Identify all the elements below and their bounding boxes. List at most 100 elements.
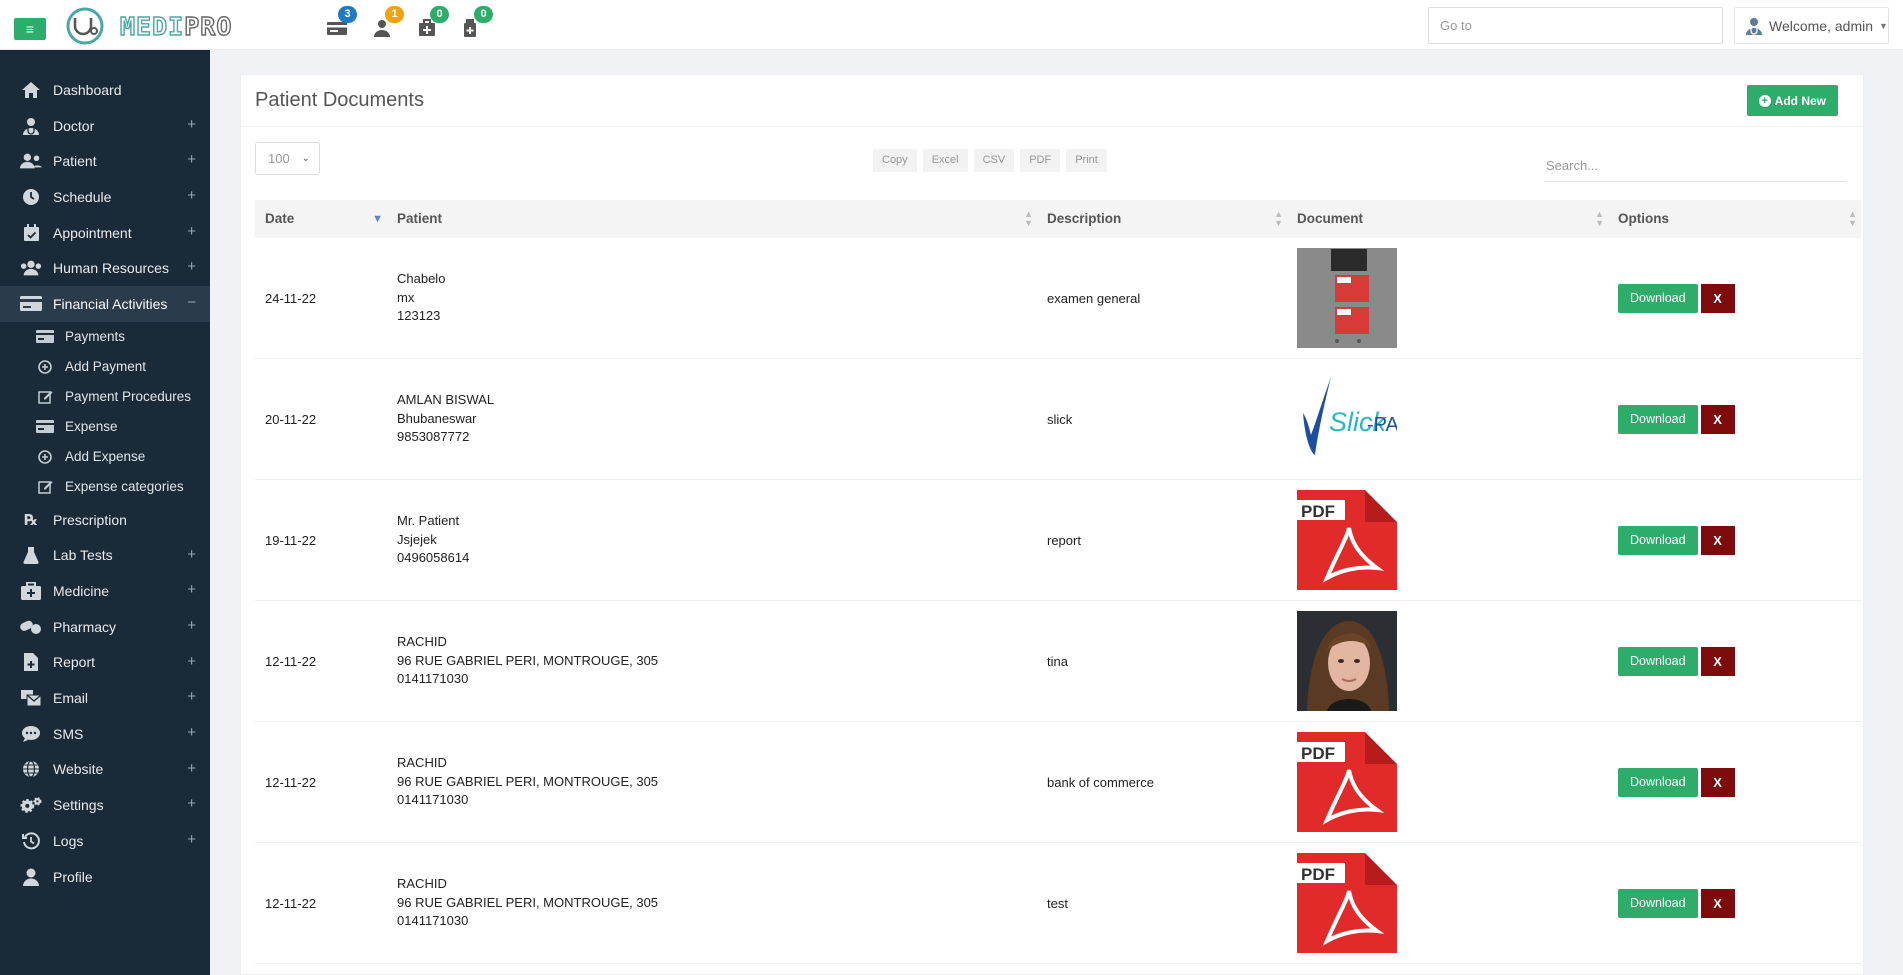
column-header-patient[interactable]: Patient ▲ ▼	[387, 200, 1037, 238]
sidebar-item-settings[interactable]: Settings +	[0, 787, 210, 823]
copy-button[interactable]: Copy	[873, 149, 917, 172]
column-header-document[interactable]: Document ▲ ▼	[1287, 200, 1608, 238]
patient-phone: 123123	[397, 308, 441, 324]
patient-address: mx	[397, 289, 415, 305]
patient-notification[interactable]: 1	[371, 6, 404, 42]
expand-icon[interactable]: +	[187, 223, 196, 240]
pdf-document-thumbnail[interactable]: PDF	[1297, 853, 1397, 953]
sidebar-item-website[interactable]: Website +	[0, 752, 210, 788]
column-header-options[interactable]: Options ▲ ▼	[1608, 200, 1861, 238]
sidebar-item-report[interactable]: Report +	[0, 645, 210, 681]
expand-icon[interactable]: +	[187, 688, 196, 705]
sidebar-subitem-label: Expense categories	[65, 479, 184, 495]
sidebar-item-prescription[interactable]: ℞ Prescription	[0, 502, 210, 538]
sidebar-subitem-add-payment[interactable]: Add Payment	[0, 352, 210, 382]
photo-thumbnail[interactable]	[1297, 611, 1397, 711]
goto-search-input[interactable]	[1428, 7, 1723, 44]
sidebar-item-patient[interactable]: Patient +	[0, 143, 210, 179]
delete-button[interactable]: X	[1700, 888, 1735, 918]
patient-address: Bhubaneswar	[397, 410, 477, 426]
sidebar-subitem-expense-categories[interactable]: Expense categories	[0, 472, 210, 502]
sidebar-item-profile[interactable]: Profile	[0, 859, 210, 895]
expand-icon[interactable]: +	[187, 581, 196, 598]
sidebar-item-label: Schedule	[53, 188, 112, 205]
sidebar-item-medicine[interactable]: Medicine +	[0, 573, 210, 609]
sidebar-item-appointment[interactable]: Appointment +	[0, 215, 210, 251]
add-new-button[interactable]: + Add New	[1746, 85, 1838, 116]
welcome-text: Welcome, admin	[1769, 17, 1874, 34]
cell-description: bank of commerce	[1047, 774, 1154, 790]
print-button[interactable]: Print	[1066, 149, 1107, 172]
expand-icon[interactable]: +	[187, 258, 196, 275]
expand-icon[interactable]: +	[187, 831, 196, 848]
menu-toggle-button[interactable]: ≡	[14, 18, 46, 40]
expand-icon[interactable]: +	[187, 187, 196, 204]
expand-icon[interactable]: +	[187, 151, 196, 168]
download-button[interactable]: Download	[1618, 404, 1698, 434]
sidebar-subitem-payment-procedures[interactable]: Payment Procedures	[0, 382, 210, 412]
sidebar-item-dashboard[interactable]: Dashboard	[0, 72, 210, 108]
csv-button[interactable]: CSV	[973, 149, 1015, 172]
column-label: Description	[1047, 211, 1122, 226]
delete-button[interactable]: X	[1700, 283, 1735, 313]
expand-icon[interactable]: +	[187, 116, 196, 133]
cell-options: Download X	[1608, 404, 1861, 434]
cell-options: Download X	[1608, 888, 1861, 918]
sidebar-subitem-label: Payment Procedures	[65, 389, 192, 405]
cell-options: Download X	[1608, 646, 1861, 676]
expand-icon[interactable]: +	[187, 653, 196, 670]
cell-patient: Chabelo mx 123123	[387, 270, 1037, 326]
sidebar-item-financial-activities[interactable]: Financial Activities −	[0, 286, 210, 322]
delete-button[interactable]: X	[1700, 767, 1735, 797]
download-button[interactable]: Download	[1618, 525, 1698, 555]
payments-notification[interactable]: 3	[324, 6, 357, 42]
delete-button[interactable]: X	[1700, 646, 1735, 676]
sidebar-subitem-label: Expense	[65, 419, 118, 435]
sidebar-item-logs[interactable]: Logs +	[0, 823, 210, 859]
user-menu[interactable]: Welcome, admin ▼	[1734, 7, 1889, 44]
table-search-input[interactable]	[1544, 150, 1846, 182]
patient-name: Mr. Patient	[397, 513, 460, 529]
logo[interactable]: MEDIPRO	[58, 7, 232, 45]
pdf-button[interactable]: PDF	[1020, 149, 1061, 172]
sidebar-item-schedule[interactable]: Schedule +	[0, 179, 210, 215]
cell-description: examen general	[1047, 290, 1141, 306]
sidebar-item-sms[interactable]: SMS +	[0, 716, 210, 752]
download-button[interactable]: Download	[1618, 767, 1698, 797]
expand-icon[interactable]: +	[187, 760, 196, 777]
document-collage-thumbnail[interactable]	[1297, 248, 1397, 348]
sidebar-subitem-label: Add Expense	[65, 449, 146, 465]
expand-icon[interactable]: +	[187, 617, 196, 634]
sidebar-item-doctor[interactable]: Doctor +	[0, 108, 210, 144]
logo-text: MEDIPRO	[119, 11, 233, 41]
patient-documents-panel: Patient Documents + Add New 100 ⌄ Copy E…	[240, 74, 1864, 975]
delete-button[interactable]: X	[1700, 404, 1735, 434]
sidebar-subitem-add-expense[interactable]: Add Expense	[0, 442, 210, 472]
slickpay-logo-thumbnail[interactable]: Slick-PAY	[1297, 369, 1397, 469]
download-button[interactable]: Download	[1618, 283, 1698, 313]
sidebar-item-email[interactable]: Email +	[0, 680, 210, 716]
collapse-icon[interactable]: −	[187, 294, 196, 311]
expand-icon[interactable]: +	[187, 724, 196, 741]
pdf-document-thumbnail[interactable]: PDF	[1297, 490, 1397, 590]
delete-button[interactable]: X	[1700, 525, 1735, 555]
chevron-down-icon: ▼	[1879, 20, 1888, 31]
sidebar-subitem-expense[interactable]: Expense	[0, 412, 210, 442]
prescription-notification[interactable]: 0	[460, 6, 493, 42]
sidebar-item-label: SMS	[53, 725, 84, 742]
sidebar-item-human-resources[interactable]: Human Resources +	[0, 250, 210, 286]
sidebar-item-pharmacy[interactable]: Pharmacy +	[0, 609, 210, 645]
column-header-date[interactable]: Date ▼	[255, 200, 387, 238]
expand-icon[interactable]: +	[187, 546, 196, 563]
sidebar-item-lab-tests[interactable]: Lab Tests +	[0, 538, 210, 574]
sidebar-subitem-payments[interactable]: Payments	[0, 322, 210, 352]
download-button[interactable]: Download	[1618, 646, 1698, 676]
expand-icon[interactable]: +	[187, 795, 196, 812]
patient-phone: 0496058614	[397, 550, 470, 566]
pdf-document-thumbnail[interactable]: PDF	[1297, 732, 1397, 832]
medicine-notification[interactable]: 0	[416, 6, 449, 42]
page-length-select[interactable]: 100 ⌄	[255, 142, 320, 175]
excel-button[interactable]: Excel	[922, 149, 968, 172]
download-button[interactable]: Download	[1618, 888, 1698, 918]
column-header-description[interactable]: Description ▲ ▼	[1037, 200, 1287, 238]
